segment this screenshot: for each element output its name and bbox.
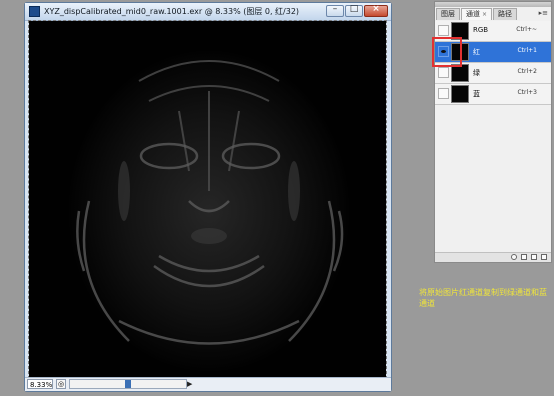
tab-channels-label: 通道 [466, 10, 480, 18]
delete-channel-icon[interactable] [541, 254, 547, 260]
scrollbar-thumb[interactable] [125, 380, 131, 388]
channel-name: 红 [473, 48, 480, 56]
minimize-icon: – [332, 4, 338, 14]
document-title: XYZ_dispCalibrated_mid0_raw.1001.exr @ 8… [44, 7, 300, 16]
zoom-field[interactable]: 8.33% [27, 379, 53, 389]
channel-name: 绿 [473, 69, 480, 77]
photoshop-doc-icon [29, 6, 40, 17]
close-icon: × [372, 4, 380, 14]
channel-shortcut: Ctrl+~ [516, 26, 537, 33]
channel-row-blue[interactable]: 蓝 Ctrl+3 [435, 84, 551, 105]
tab-paths-label: 路径 [498, 10, 513, 18]
minimize-button[interactable]: – [326, 4, 344, 17]
channel-shortcut: Ctrl+3 [517, 89, 537, 96]
channel-name: 蓝 [473, 90, 480, 98]
image-canvas[interactable] [28, 20, 387, 379]
horizontal-scrollbar[interactable] [69, 379, 187, 389]
document-window: XYZ_dispCalibrated_mid0_raw.1001.exr @ 8… [24, 2, 392, 392]
tab-close-icon[interactable]: × [482, 11, 487, 18]
document-title-bar[interactable]: XYZ_dispCalibrated_mid0_raw.1001.exr @ 8… [25, 3, 391, 21]
tab-layers[interactable]: 图层 [436, 8, 460, 20]
panel-footer [435, 252, 551, 262]
maximize-button[interactable]: □ [345, 4, 363, 17]
status-info-icon[interactable]: ◎ [56, 379, 66, 389]
tab-channels[interactable]: 通道 × [461, 8, 493, 20]
scroll-right-icon[interactable]: ▶ [187, 379, 195, 389]
panel-grip[interactable] [435, 2, 551, 7]
channel-thumbnail [451, 85, 469, 103]
close-button[interactable]: × [364, 4, 388, 17]
load-selection-icon[interactable] [511, 254, 517, 260]
tab-layers-label: 图层 [441, 10, 455, 18]
panel-tabs: 图层 通道 × 路径 [436, 8, 518, 20]
channel-shortcut: Ctrl+2 [517, 68, 537, 75]
tab-paths[interactable]: 路径 [493, 8, 518, 20]
channel-name: RGB [473, 26, 489, 34]
maximize-icon: □ [349, 4, 359, 14]
new-channel-icon[interactable] [531, 254, 537, 260]
visibility-toggle[interactable] [438, 67, 449, 78]
annotation-text: 将原始图片红通道复制到绿通道和蓝通道 [419, 288, 547, 308]
panel-menu-icon[interactable]: ▸≡ [539, 9, 548, 17]
face-red-channel-image [29, 21, 386, 378]
save-selection-icon[interactable] [521, 254, 527, 260]
visibility-toggle[interactable] [438, 88, 449, 99]
document-status-bar: 8.33% ◎ ▶ [25, 377, 391, 391]
visibility-toggle[interactable] [438, 25, 449, 36]
channel-shortcut: Ctrl+1 [517, 47, 537, 54]
highlight-box [432, 37, 462, 67]
